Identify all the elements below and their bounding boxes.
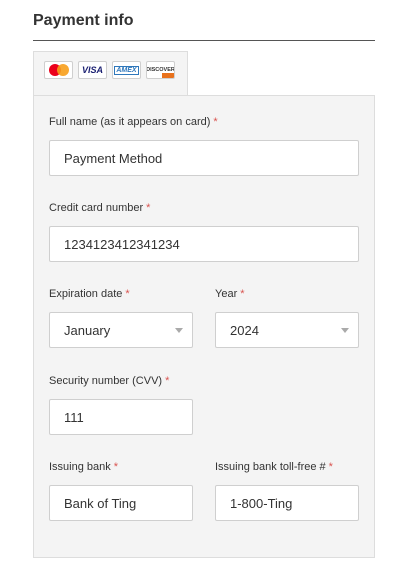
card-number-label: Credit card number * (49, 202, 151, 214)
expiration-date-label: Expiration date * (49, 288, 130, 300)
expiration-month-select[interactable]: January (49, 312, 193, 348)
amex-icon: AMEX (112, 61, 141, 79)
discover-icon: DISCOVER (146, 61, 175, 79)
issuing-bank-label: Issuing bank * (49, 461, 119, 473)
chevron-down-icon (341, 328, 349, 333)
card-number-input[interactable]: 1234123412341234 (49, 226, 359, 262)
cvv-input[interactable]: 111 (49, 399, 193, 435)
year-label: Year * (215, 288, 245, 300)
mastercard-icon (44, 61, 73, 79)
cvv-label: Security number (CVV) * (49, 375, 170, 387)
card-logos: VISA AMEX DISCOVER (44, 61, 175, 79)
title-divider (33, 40, 375, 41)
expiration-year-select[interactable]: 2024 (215, 312, 359, 348)
visa-icon: VISA (78, 61, 107, 79)
section-title: Payment info (33, 12, 134, 29)
full-name-input[interactable]: Payment Method (49, 140, 359, 176)
chevron-down-icon (175, 328, 183, 333)
issuing-bank-input[interactable]: Bank of Ting (49, 485, 193, 521)
bank-phone-label: Issuing bank toll-free # * (215, 461, 333, 473)
full-name-label: Full name (as it appears on card) * (49, 116, 218, 128)
bank-phone-input[interactable]: 1-800-Ting (215, 485, 359, 521)
